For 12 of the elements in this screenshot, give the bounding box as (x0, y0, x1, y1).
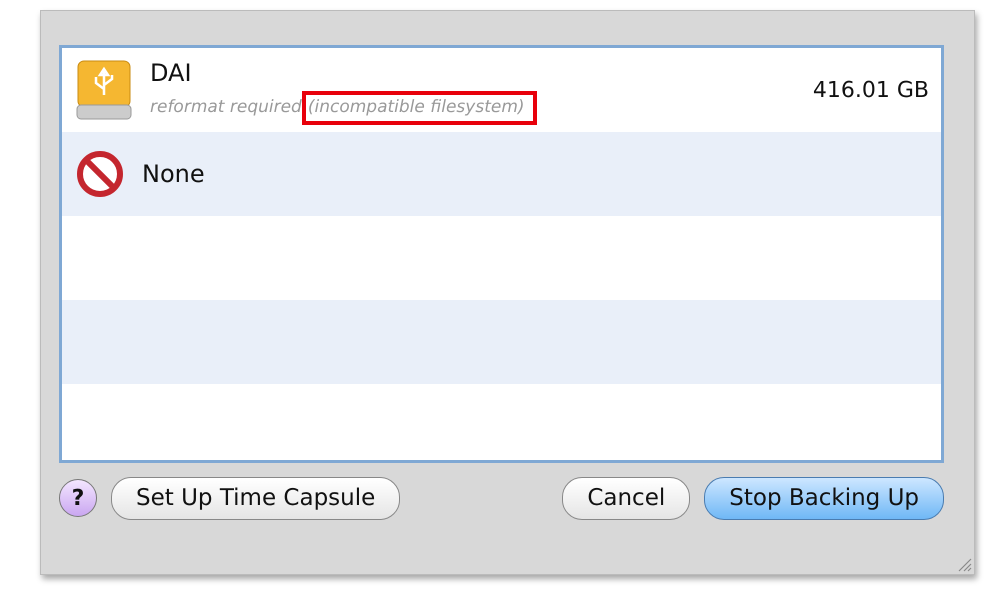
prohibited-icon (76, 150, 124, 198)
dialog-button[interactable]: Set Up Time Capsule (111, 477, 400, 520)
resize-grip-icon[interactable] (956, 556, 972, 572)
help-button[interactable]: ? (59, 479, 97, 518)
highlighted-note: (incompatible filesystem) (302, 91, 537, 125)
dialog-button[interactable]: Cancel (562, 477, 690, 520)
status-text: reformat required (150, 96, 302, 120)
disk-name: DAI (150, 58, 193, 90)
drive-icon (76, 59, 132, 121)
default-button[interactable]: Stop Backing Up (704, 477, 944, 520)
disk-name: None (142, 159, 205, 190)
disk-size: 416.01 GB (812, 76, 929, 104)
